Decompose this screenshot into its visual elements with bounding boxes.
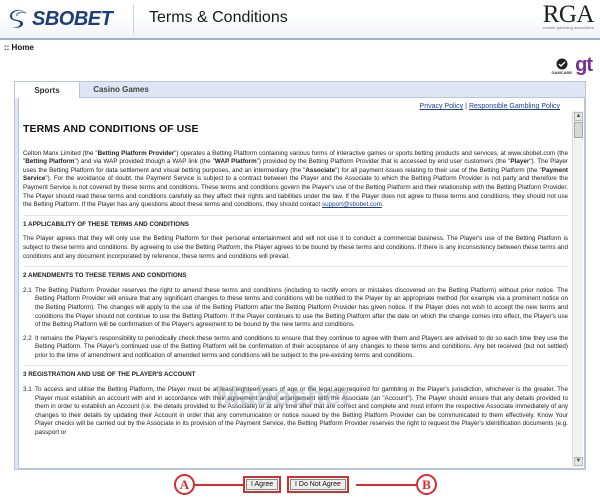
section-divider	[23, 214, 568, 216]
section-1-text: The Player agrees that they will only us…	[23, 235, 568, 260]
policy-links: Privacy Policy | Responsible Gambling Poli…	[420, 103, 560, 110]
watermark-text: Maboshet	[216, 380, 351, 411]
clause-text: The Betting Platform Provider reserves t…	[35, 286, 568, 329]
sbobet-logo-text: SBOBET	[32, 7, 113, 30]
agree-button[interactable]: I Agree	[246, 479, 279, 490]
clause-number: 3.1	[23, 386, 32, 394]
terms-intro: Celton Manx Limited (the "Betting Platfo…	[23, 149, 569, 209]
responsible-gambling-link[interactable]: Responsible Gambling Policy	[469, 103, 560, 110]
disagree-button[interactable]: I Do Not Agree	[290, 479, 346, 490]
annotation-connector-b	[356, 484, 416, 486]
section-3-title: 3 REGISTRATION AND USE OF THE PLAYER'S A…	[23, 371, 196, 379]
tab-casino-games[interactable]: Casino Games	[80, 81, 162, 98]
annotation-connector-a	[195, 484, 243, 486]
clause-2-2: 2.2 It remains the Player's responsibili…	[23, 335, 568, 361]
breadcrumb-home[interactable]: :: Home	[4, 43, 34, 52]
clause-number: 2.1	[23, 286, 32, 294]
gamcare-logo[interactable]: GAMCARE	[551, 58, 572, 75]
section-2-title: 2 AMENDMENTS TO THESE TERMS AND CONDITIO…	[23, 272, 187, 280]
scroll-down-icon[interactable]: ▼	[574, 457, 583, 466]
header-rule	[0, 38, 600, 40]
support-email-link[interactable]: support@sbobet.com	[322, 201, 382, 208]
gamcare-label: GAMCARE	[551, 70, 573, 75]
privacy-policy-link[interactable]: Privacy Policy	[420, 103, 464, 110]
scroll-up-icon[interactable]: ▲	[574, 112, 583, 121]
annotation-marker-b: B	[416, 474, 437, 495]
disagree-button-highlight: I Do Not Agree	[287, 476, 349, 493]
tab-sports[interactable]: Sports	[14, 81, 80, 98]
page-title: Terms & Conditions	[149, 9, 288, 26]
rga-logo-subtitle: remote gambling association	[543, 25, 594, 30]
scroll-thumb[interactable]	[574, 122, 583, 138]
clause-2-1: 2.1 The Betting Platform Provider reserv…	[23, 287, 568, 330]
terms-content: Privacy Policy | Responsible Gambling Poli…	[18, 97, 585, 469]
agree-button-highlight: I Agree	[243, 476, 282, 493]
annotation-marker-a: A	[174, 474, 195, 495]
section-divider	[23, 266, 568, 268]
sbobet-logo[interactable]: SBOBET	[8, 6, 113, 32]
terms-scrollbar[interactable]: ▲ ▼	[572, 111, 583, 467]
header-divider	[133, 4, 134, 34]
rga-logo: RGA remote gambling association	[543, 2, 595, 31]
gamcare-icon	[556, 58, 568, 70]
page-header: SBOBET Terms & Conditions RGA remote gam…	[0, 0, 600, 38]
clause-number: 2.2	[23, 334, 32, 342]
partner-logos: GAMCARE gt	[551, 55, 593, 75]
clause-text: It remains the Player's responsibility t…	[35, 334, 568, 359]
gt-logo[interactable]: gt	[575, 55, 593, 75]
sbobet-swoosh-icon	[10, 9, 27, 28]
terms-heading: TERMS AND CONDITIONS OF USE	[23, 123, 199, 135]
section-divider	[23, 365, 568, 367]
tab-bar: Sports Casino Games	[14, 81, 162, 98]
section-1-title: 1 APPLICABILITY OF THESE TERMS AND CONDI…	[23, 220, 189, 228]
